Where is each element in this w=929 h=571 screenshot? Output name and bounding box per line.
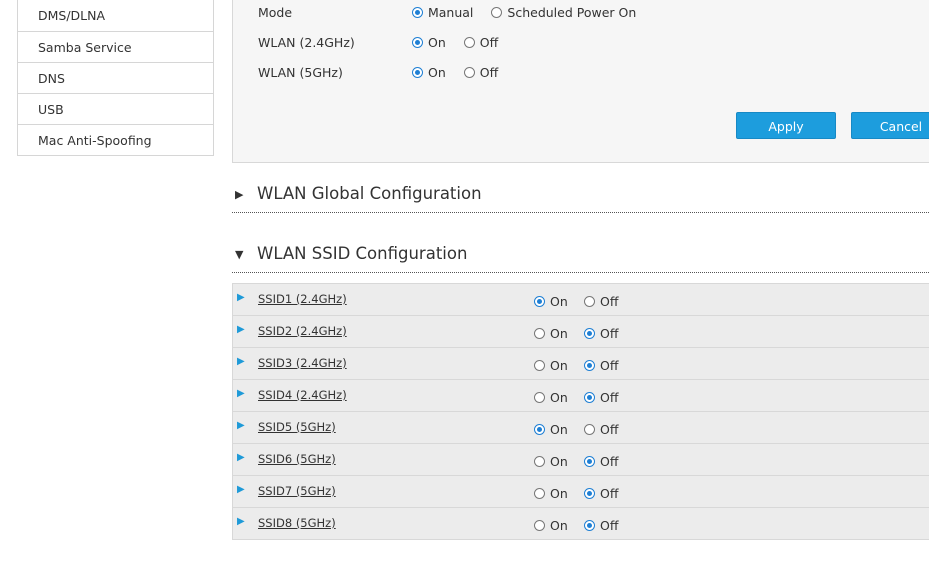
wlan-ssid-config-header[interactable]: ▼ WLAN SSID Configuration — [232, 242, 929, 273]
triangle-right-icon: ▶ — [235, 188, 244, 201]
ssid-on-radio[interactable] — [534, 456, 545, 467]
ssid-on-label: On — [550, 390, 568, 405]
sidebar-item-samba-service[interactable]: Samba Service — [18, 31, 213, 62]
ssid-on-label: On — [550, 518, 568, 533]
ssid-table: ▶ SSID1 (2.4GHz) On Off ▶ SSID2 (2.4GHz)… — [232, 283, 929, 540]
ssid-off-label: Off — [600, 486, 619, 501]
wlan-5-label: WLAN (5GHz) — [258, 65, 343, 80]
ssid-row: ▶ SSID7 (5GHz) On Off — [233, 476, 929, 508]
expand-arrow-icon[interactable]: ▶ — [237, 388, 245, 399]
wlan-24-label: WLAN (2.4GHz) — [258, 35, 355, 50]
ssid-name-link[interactable]: SSID7 (5GHz) — [258, 484, 336, 498]
ssid-row: ▶ SSID1 (2.4GHz) On Off — [233, 284, 929, 316]
wlan-24-off-radio[interactable] — [463, 37, 475, 48]
ssid-off-label: Off — [600, 454, 619, 469]
expand-arrow-icon[interactable]: ▶ — [237, 356, 245, 367]
wlan-5-on-radio[interactable] — [411, 67, 423, 78]
ssid-row: ▶ SSID8 (5GHz) On Off — [233, 508, 929, 540]
ssid-name-link[interactable]: SSID2 (2.4GHz) — [258, 324, 347, 338]
ssid-off-label: Off — [600, 422, 619, 437]
ssid-on-radio[interactable] — [534, 520, 545, 531]
ssid-name-link[interactable]: SSID3 (2.4GHz) — [258, 356, 347, 370]
expand-arrow-icon[interactable]: ▶ — [237, 292, 245, 303]
sidebar-item-dns[interactable]: DNS — [18, 62, 213, 93]
ssid-off-label: Off — [600, 518, 619, 533]
ssid-on-label: On — [550, 422, 568, 437]
ssid-off-radio[interactable] — [584, 424, 595, 435]
cancel-button[interactable]: Cancel — [851, 112, 929, 139]
expand-arrow-icon[interactable]: ▶ — [237, 324, 245, 335]
ssid-off-label: Off — [600, 358, 619, 373]
sidebar-item-usb[interactable]: USB — [18, 93, 213, 124]
ssid-off-label: Off — [600, 294, 619, 309]
ssid-row: ▶ SSID6 (5GHz) On Off — [233, 444, 929, 476]
ssid-name-link[interactable]: SSID4 (2.4GHz) — [258, 388, 347, 402]
mode-label: Mode — [258, 5, 293, 20]
ssid-row: ▶ SSID4 (2.4GHz) On Off — [233, 380, 929, 412]
sidebar-item-mac-anti-spoofing[interactable]: Mac Anti-Spoofing — [18, 124, 213, 155]
wlan-ssid-config-title: WLAN SSID Configuration — [257, 244, 468, 263]
ssid-name-link[interactable]: SSID1 (2.4GHz) — [258, 292, 347, 306]
expand-arrow-icon[interactable]: ▶ — [237, 516, 245, 527]
expand-arrow-icon[interactable]: ▶ — [237, 452, 245, 463]
wlan-5-on-label: On — [427, 65, 446, 80]
ssid-off-radio[interactable] — [584, 520, 595, 531]
ssid-name-link[interactable]: SSID8 (5GHz) — [258, 516, 336, 530]
ssid-name-link[interactable]: SSID6 (5GHz) — [258, 452, 336, 466]
mode-manual-label: Manual — [427, 5, 474, 20]
ssid-off-label: Off — [600, 326, 619, 341]
ssid-name-link[interactable]: SSID5 (5GHz) — [258, 420, 336, 434]
ssid-on-radio[interactable] — [534, 328, 545, 339]
ssid-on-radio[interactable] — [534, 488, 545, 499]
ssid-on-label: On — [550, 358, 568, 373]
ssid-row: ▶ SSID3 (2.4GHz) On Off — [233, 348, 929, 380]
mode-scheduled-label: Scheduled Power On — [507, 5, 637, 20]
apply-button[interactable]: Apply — [736, 112, 836, 139]
wlan-5-off-label: Off — [479, 65, 499, 80]
wlan-power-panel: Mode Manual Scheduled Power On WLAN (2.4… — [232, 0, 929, 163]
ssid-on-label: On — [550, 454, 568, 469]
sidebar-item-dms-dlna[interactable]: DMS/DLNA — [18, 0, 213, 31]
ssid-on-label: On — [550, 326, 568, 341]
ssid-off-radio[interactable] — [584, 360, 595, 371]
ssid-row: ▶ SSID2 (2.4GHz) On Off — [233, 316, 929, 348]
ssid-off-radio[interactable] — [584, 328, 595, 339]
ssid-off-radio[interactable] — [584, 296, 595, 307]
ssid-off-label: Off — [600, 390, 619, 405]
ssid-row: ▶ SSID5 (5GHz) On Off — [233, 412, 929, 444]
ssid-on-radio[interactable] — [534, 296, 545, 307]
ssid-on-label: On — [550, 294, 568, 309]
wlan-24-on-label: On — [427, 35, 446, 50]
wlan-5-row: WLAN (5GHz) On Off — [258, 65, 512, 80]
ssid-on-radio[interactable] — [534, 392, 545, 403]
wlan-5-off-radio[interactable] — [463, 67, 475, 78]
mode-manual-radio[interactable] — [411, 7, 423, 18]
mode-row: Mode Manual Scheduled Power On — [258, 5, 650, 20]
ssid-on-label: On — [550, 486, 568, 501]
wlan-24-on-radio[interactable] — [411, 37, 423, 48]
ssid-on-radio[interactable] — [534, 424, 545, 435]
wlan-24-off-label: Off — [479, 35, 499, 50]
expand-arrow-icon[interactable]: ▶ — [237, 484, 245, 495]
wlan-global-config-title: WLAN Global Configuration — [257, 184, 482, 203]
ssid-off-radio[interactable] — [584, 488, 595, 499]
triangle-down-icon: ▼ — [235, 248, 244, 261]
wlan-24-row: WLAN (2.4GHz) On Off — [258, 35, 512, 50]
ssid-off-radio[interactable] — [584, 456, 595, 467]
mode-scheduled-radio[interactable] — [491, 7, 503, 18]
sidebar-menu: DMS/DLNA Samba Service DNS USB Mac Anti-… — [17, 0, 214, 156]
ssid-off-radio[interactable] — [584, 392, 595, 403]
expand-arrow-icon[interactable]: ▶ — [237, 420, 245, 431]
ssid-on-radio[interactable] — [534, 360, 545, 371]
wlan-global-config-header[interactable]: ▶ WLAN Global Configuration — [232, 182, 929, 213]
